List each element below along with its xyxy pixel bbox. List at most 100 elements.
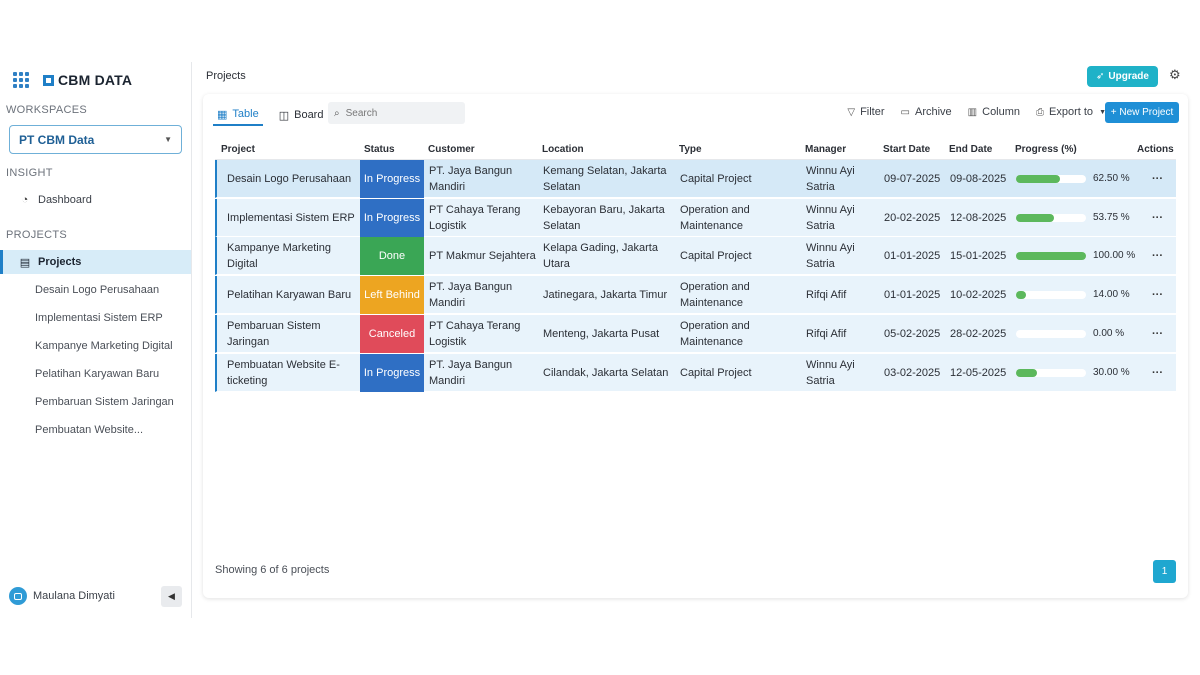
- column-header[interactable]: Manager: [805, 144, 846, 155]
- cell-location: Cilandak, Jakarta Selatan: [543, 366, 669, 379]
- progress-bar: [1016, 368, 1086, 377]
- archive-label: Archive: [914, 106, 952, 118]
- column-label: Column: [982, 106, 1021, 118]
- column-header: Actions: [1137, 144, 1174, 155]
- table-row[interactable]: Pembuatan Website E-ticketing PT. Jaya Ba…: [215, 353, 1176, 392]
- cell-project: Implementasi Sistem ERP: [227, 211, 355, 224]
- more-actions-icon[interactable]: ···: [1152, 199, 1163, 237]
- column-header[interactable]: Location: [542, 144, 584, 155]
- filter-label: Filter: [860, 106, 885, 118]
- column-button[interactable]: ▥ Column: [968, 106, 1020, 118]
- filter-button[interactable]: ▽ Filter: [847, 106, 884, 118]
- cell-manager: Winnu Ayi Satria: [806, 242, 855, 271]
- cell-type: Capital Project: [680, 366, 752, 379]
- progress-text: 53.75 %: [1093, 211, 1130, 223]
- upgrade-button[interactable]: ➶ Upgrade: [1087, 66, 1158, 87]
- progress-fill: [1016, 175, 1060, 183]
- cell-customer: PT Makmur Sejahtera: [429, 250, 536, 263]
- status-badge: Left Behind: [360, 276, 424, 315]
- export-label: Export to: [1049, 106, 1094, 118]
- cell-type: Capital Project: [680, 173, 752, 185]
- cell-customer: PT. Jaya Bangun Mandiri: [429, 165, 513, 193]
- projects-label: PROJECTS: [6, 229, 68, 241]
- progress-fill: [1016, 252, 1086, 261]
- cell-manager: Winnu Ayi Satria: [806, 203, 855, 232]
- more-actions-icon[interactable]: ···: [1152, 315, 1163, 353]
- cell-project: Pembuatan Website E-ticketing: [227, 358, 340, 387]
- sidebar-subitem[interactable]: Pembuatan Website...: [35, 424, 143, 436]
- sidebar-subitem[interactable]: Kampanye Marketing Digital: [35, 340, 173, 352]
- tab-label: Table: [232, 108, 259, 120]
- projects-card: ▦ Table ◫ Board ⌕ Search ▽ Filter ▭ Arch…: [203, 94, 1188, 598]
- table-row[interactable]: Kampanye Marketing Digital PT Makmur Seja…: [215, 237, 1176, 276]
- column-header[interactable]: Project: [221, 144, 255, 155]
- new-project-button[interactable]: + New Project: [1105, 102, 1179, 123]
- sidebar-subitem[interactable]: Desain Logo Perusahaan: [35, 284, 159, 296]
- progress-fill: [1016, 368, 1037, 377]
- export-dropdown[interactable]: ⎙ Export to ▼: [1036, 106, 1106, 118]
- cell-end: 12-08-2025: [950, 211, 1007, 224]
- column-header[interactable]: Progress (%): [1015, 144, 1077, 155]
- search-placeholder: Search: [345, 107, 378, 119]
- cell-location: Menteng, Jakarta Pusat: [543, 327, 660, 340]
- tab-table[interactable]: ▦ Table: [213, 104, 263, 126]
- view-tabs: ▦ Table ◫ Board: [213, 104, 339, 126]
- sidebar-item-dashboard[interactable]: ◔ Dashboard: [0, 188, 191, 212]
- table-icon: ▦: [217, 108, 228, 121]
- column-header[interactable]: Start Date: [883, 144, 930, 155]
- cell-start: 03-02-2025: [884, 366, 941, 379]
- brand-name: CBM DATA: [58, 72, 133, 88]
- search-icon: ⌕: [334, 107, 340, 119]
- sidebar-subitem[interactable]: Implementasi Sistem ERP: [35, 312, 163, 324]
- column-header[interactable]: Customer: [428, 144, 475, 155]
- progress-bar: [1016, 252, 1086, 261]
- progress-text: 62.50 %: [1093, 173, 1130, 184]
- sidebar-item-label: Projects: [38, 256, 82, 268]
- sidebar: CBM DATA WORKSPACES PT CBM Data ▼ INSIGH…: [0, 62, 192, 618]
- gear-icon[interactable]: ⚙: [1169, 67, 1181, 83]
- progress-text: 100.00 %: [1093, 250, 1136, 262]
- progress-bar: [1016, 291, 1086, 300]
- cell-start: 05-02-2025: [884, 327, 941, 340]
- status-badge: In Progress: [360, 198, 424, 237]
- collapse-sidebar-button[interactable]: ◀: [161, 586, 182, 607]
- cell-start: 01-01-2025: [884, 250, 941, 263]
- search-input[interactable]: ⌕ Search: [328, 102, 465, 124]
- progress-fill: [1016, 291, 1026, 300]
- cell-manager: Rifqi Afif: [806, 289, 847, 302]
- page-title: Projects: [206, 70, 246, 82]
- more-actions-icon[interactable]: ···: [1152, 237, 1163, 275]
- column-header[interactable]: Status: [364, 144, 395, 155]
- more-actions-icon[interactable]: ···: [1152, 160, 1163, 198]
- table-row[interactable]: Desain Logo Perusahaan PT. Jaya Bangun Ma…: [215, 160, 1176, 198]
- table-row[interactable]: Implementasi Sistem ERP PT Cahaya Terang …: [215, 198, 1176, 237]
- status-badge: Canceled: [360, 314, 424, 353]
- sidebar-item-projects[interactable]: ▤ Projects: [0, 250, 191, 274]
- cell-location: Jatinegara, Jakarta Timur: [543, 289, 668, 302]
- apps-grid-icon[interactable]: [13, 72, 29, 88]
- page-button[interactable]: 1: [1153, 560, 1176, 583]
- column-header[interactable]: Type: [679, 144, 702, 155]
- table-row[interactable]: Pelatihan Karyawan Baru PT. Jaya Bangun M…: [215, 276, 1176, 315]
- archive-button[interactable]: ▭ Archive: [901, 106, 952, 118]
- progress-bar: [1016, 213, 1086, 222]
- cell-type: Operation and Maintenance: [680, 319, 750, 348]
- more-actions-icon[interactable]: ···: [1152, 354, 1163, 392]
- status-badge: In Progress: [360, 160, 424, 198]
- table-row[interactable]: Pembaruan Sistem Jaringan PT Cahaya Teran…: [215, 314, 1176, 353]
- sidebar-subitem[interactable]: Pelatihan Karyawan Baru: [35, 368, 159, 380]
- sidebar-subitem[interactable]: Pembaruan Sistem Jaringan: [35, 396, 174, 408]
- progress-bar: [1016, 175, 1086, 183]
- cell-end: 15-01-2025: [950, 250, 1007, 263]
- column-header[interactable]: End Date: [949, 144, 992, 155]
- tab-board[interactable]: ◫ Board: [275, 104, 328, 126]
- cell-start: 20-02-2025: [884, 211, 941, 224]
- progress-text: 30.00 %: [1093, 366, 1130, 378]
- cell-end: 10-02-2025: [950, 289, 1007, 302]
- cell-customer: PT Cahaya Terang Logistik: [429, 319, 521, 348]
- chevron-down-icon: ▼: [164, 135, 172, 144]
- workspace-select[interactable]: PT CBM Data ▼: [9, 125, 182, 154]
- user-profile[interactable]: Maulana Dimyati: [9, 587, 115, 605]
- more-actions-icon[interactable]: ···: [1152, 276, 1163, 314]
- cell-customer: PT. Jaya Bangun Mandiri: [429, 281, 513, 310]
